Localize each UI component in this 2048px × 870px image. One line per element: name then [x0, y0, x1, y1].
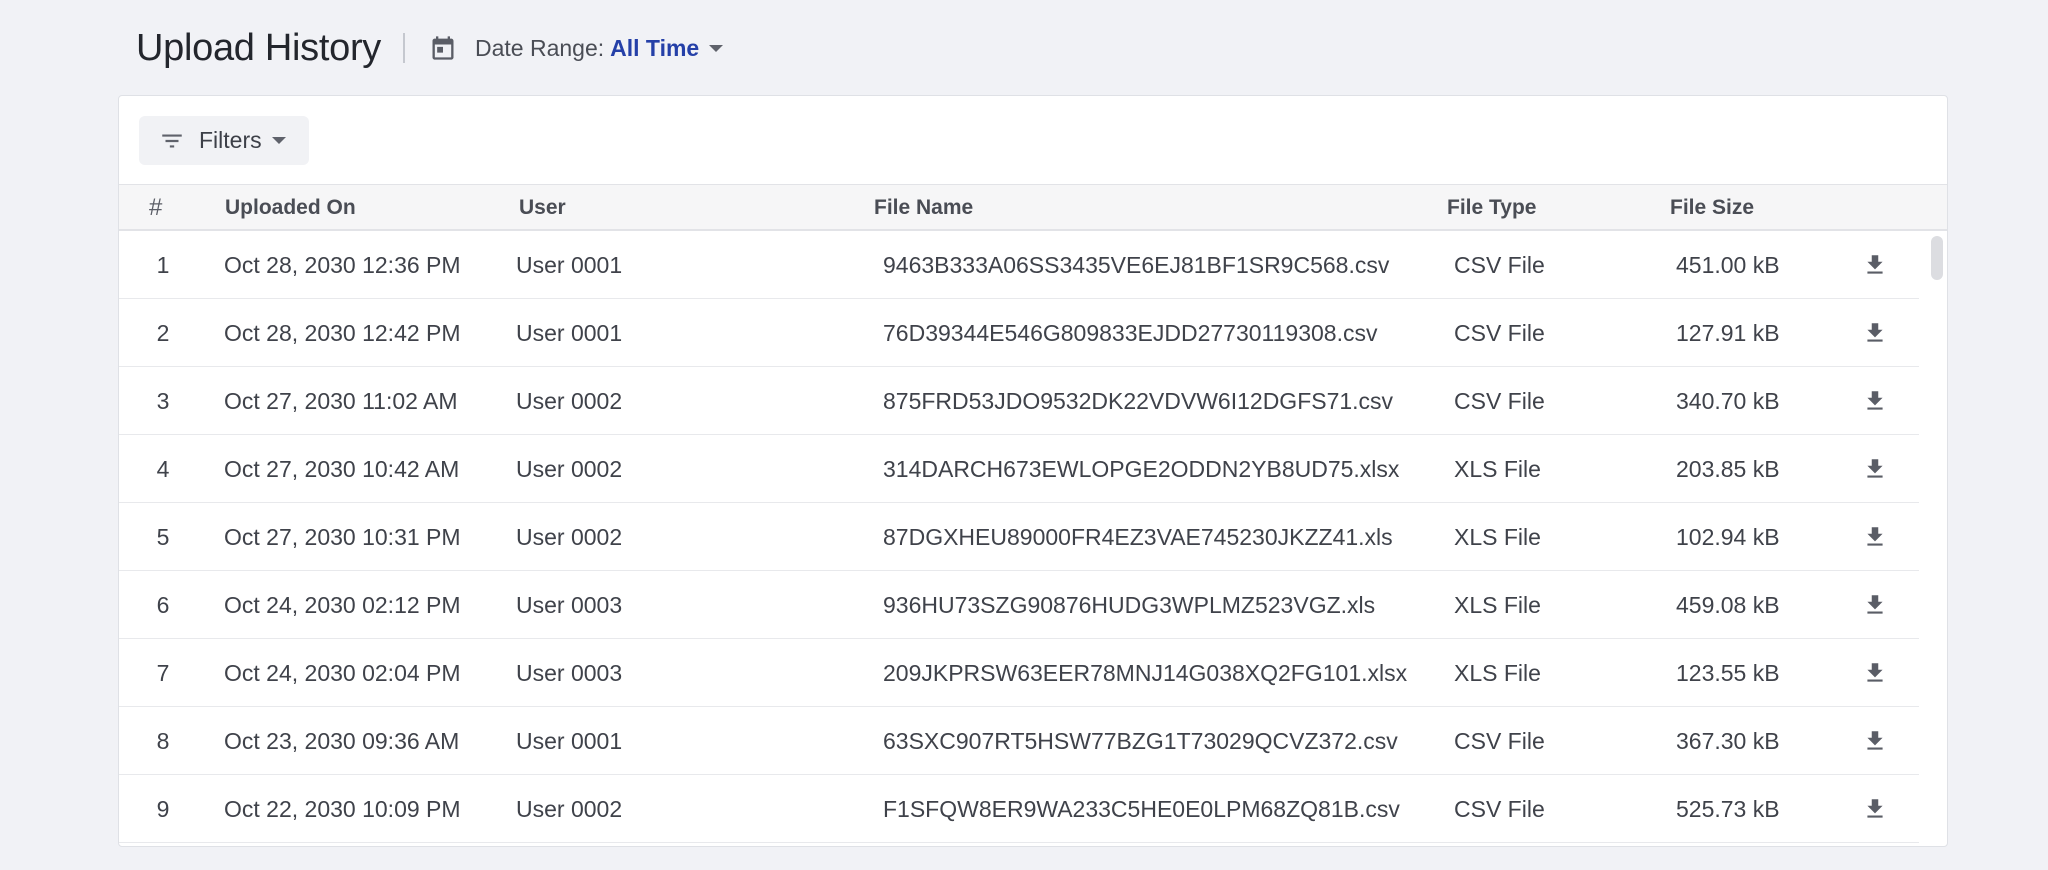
download-icon[interactable]: [1862, 592, 1888, 618]
file-size-cell: 203.85 kB: [1676, 456, 1780, 482]
user-cell: User 0002: [516, 796, 623, 822]
file-name-cell: 87DGXHEU89000FR4EZ3VAE745230JKZZ41.xls: [883, 524, 1393, 550]
file-name-cell: 314DARCH673EWLOPGE2ODDN2YB8UD75.xlsx: [883, 456, 1400, 482]
file-name-cell: 63SXC907RT5HSW77BZG1T73029QCVZ372.csv: [883, 728, 1398, 754]
user-cell: User 0002: [516, 524, 623, 550]
table-header: # Uploaded On User File Name File Type F…: [119, 184, 1947, 231]
vertical-scrollbar[interactable]: [1931, 236, 1943, 280]
chevron-down-icon[interactable]: [709, 44, 724, 52]
row-number: 2: [156, 320, 170, 346]
table-row[interactable]: 8 Oct 23, 2030 09:36 AM User 0001 63SXC907R…: [119, 707, 1919, 775]
table-row[interactable]: 1 Oct 28, 2030 12:36 PM User 0001 9463B333A…: [119, 231, 1919, 299]
file-type-cell: XLS File: [1454, 592, 1541, 618]
file-size-cell: 123.55 kB: [1676, 660, 1780, 686]
page-title: Upload History: [136, 26, 382, 69]
download-icon[interactable]: [1862, 252, 1888, 278]
table-row[interactable]: 3 Oct 27, 2030 11:02 AM User 0002 875FRD53J…: [119, 367, 1919, 435]
user-cell: User 0001: [516, 252, 623, 278]
title-divider: [403, 33, 406, 63]
page-header: Upload History Date Range: All Time: [136, 20, 724, 76]
column-header-file-type[interactable]: File Type: [1447, 185, 1536, 230]
file-type-cell: CSV File: [1454, 728, 1545, 754]
file-name-cell: 76D39344E546G809833EJDD27730119308.csv: [883, 320, 1378, 346]
table-row[interactable]: 6 Oct 24, 2030 02:12 PM User 0003 936HU73SZ…: [119, 571, 1919, 639]
file-size-cell: 525.73 kB: [1676, 796, 1780, 822]
download-icon[interactable]: [1862, 456, 1888, 482]
uploaded-on-cell: Oct 28, 2030 12:36 PM: [224, 252, 461, 278]
file-size-cell: 340.70 kB: [1676, 388, 1780, 414]
row-number: 5: [156, 524, 170, 550]
download-icon[interactable]: [1862, 728, 1888, 754]
user-cell: User 0003: [516, 592, 623, 618]
file-type-cell: XLS File: [1454, 524, 1541, 550]
file-type-cell: XLS File: [1454, 660, 1541, 686]
date-range-dropdown[interactable]: All Time: [610, 35, 699, 62]
file-type-cell: CSV File: [1454, 252, 1545, 278]
row-number: 7: [156, 660, 170, 686]
user-cell: User 0001: [516, 728, 623, 754]
download-icon[interactable]: [1862, 660, 1888, 686]
file-size-cell: 367.30 kB: [1676, 728, 1780, 754]
uploaded-on-cell: Oct 22, 2030 10:09 PM: [224, 796, 461, 822]
row-number: 1: [156, 252, 170, 278]
file-size-cell: 451.00 kB: [1676, 252, 1780, 278]
file-type-cell: XLS File: [1454, 456, 1541, 482]
row-number: 4: [156, 456, 170, 482]
table-row[interactable]: 9 Oct 22, 2030 10:09 PM User 0002 F1SFQW8ER…: [119, 775, 1919, 843]
download-icon[interactable]: [1862, 524, 1888, 550]
user-cell: User 0002: [516, 456, 623, 482]
upload-history-panel: Filters # Uploaded On User File Name Fil…: [118, 95, 1948, 847]
file-size-cell: 102.94 kB: [1676, 524, 1780, 550]
uploaded-on-cell: Oct 27, 2030 10:42 AM: [224, 456, 460, 482]
column-header-number[interactable]: #: [149, 185, 162, 230]
chevron-down-icon: [271, 137, 286, 144]
column-header-file-name[interactable]: File Name: [874, 185, 973, 230]
table-row[interactable]: 7 Oct 24, 2030 02:04 PM User 0003 209JKPRSW…: [119, 639, 1919, 707]
user-cell: User 0003: [516, 660, 623, 686]
file-size-cell: 459.08 kB: [1676, 592, 1780, 618]
user-cell: User 0001: [516, 320, 623, 346]
file-name-cell: 875FRD53JDO9532DK22VDVW6I12DGFS71.csv: [883, 388, 1394, 414]
row-number: 3: [156, 388, 170, 414]
table-row[interactable]: 2 Oct 28, 2030 12:42 PM User 0001 76D39344E…: [119, 299, 1919, 367]
filters-label: Filters: [199, 127, 262, 153]
table-row[interactable]: 4 Oct 27, 2030 10:42 AM User 0002 314DARCH6…: [119, 435, 1919, 503]
uploaded-on-cell: Oct 27, 2030 10:31 PM: [224, 524, 461, 550]
filter-icon: [159, 128, 185, 154]
file-size-cell: 127.91 kB: [1676, 320, 1780, 346]
uploaded-on-cell: Oct 24, 2030 02:12 PM: [224, 592, 461, 618]
user-cell: User 0002: [516, 388, 623, 414]
download-icon[interactable]: [1862, 388, 1888, 414]
column-header-file-size[interactable]: File Size: [1670, 185, 1754, 230]
column-header-uploaded-on[interactable]: Uploaded On: [225, 185, 356, 230]
uploaded-on-cell: Oct 27, 2030 11:02 AM: [224, 388, 458, 414]
uploaded-on-cell: Oct 24, 2030 02:04 PM: [224, 660, 461, 686]
row-number: 9: [156, 796, 170, 822]
uploaded-on-cell: Oct 23, 2030 09:36 AM: [224, 728, 460, 754]
calendar-icon[interactable]: [429, 34, 457, 62]
filters-button[interactable]: Filters: [139, 116, 309, 165]
row-number: 6: [156, 592, 170, 618]
file-name-cell: 936HU73SZG90876HUDG3WPLMZ523VGZ.xls: [883, 592, 1376, 618]
column-header-user[interactable]: User: [519, 185, 566, 230]
file-name-cell: 9463B333A06SS3435VE6EJ81BF1SR9C568.csv: [883, 252, 1390, 278]
file-type-cell: CSV File: [1454, 796, 1545, 822]
table-row[interactable]: 5 Oct 27, 2030 10:31 PM User 0002 87DGXHEU8…: [119, 503, 1919, 571]
file-type-cell: CSV File: [1454, 320, 1545, 346]
download-icon[interactable]: [1862, 796, 1888, 822]
file-name-cell: F1SFQW8ER9WA233C5HE0E0LPM68ZQ81B.csv: [883, 796, 1400, 822]
date-range-label: Date Range:: [475, 34, 605, 61]
file-name-cell: 209JKPRSW63EER78MNJ14G038XQ2FG101.xlsx: [883, 660, 1408, 686]
row-number: 8: [156, 728, 170, 754]
uploaded-on-cell: Oct 28, 2030 12:42 PM: [224, 320, 461, 346]
file-type-cell: CSV File: [1454, 388, 1545, 414]
download-icon[interactable]: [1862, 320, 1888, 346]
